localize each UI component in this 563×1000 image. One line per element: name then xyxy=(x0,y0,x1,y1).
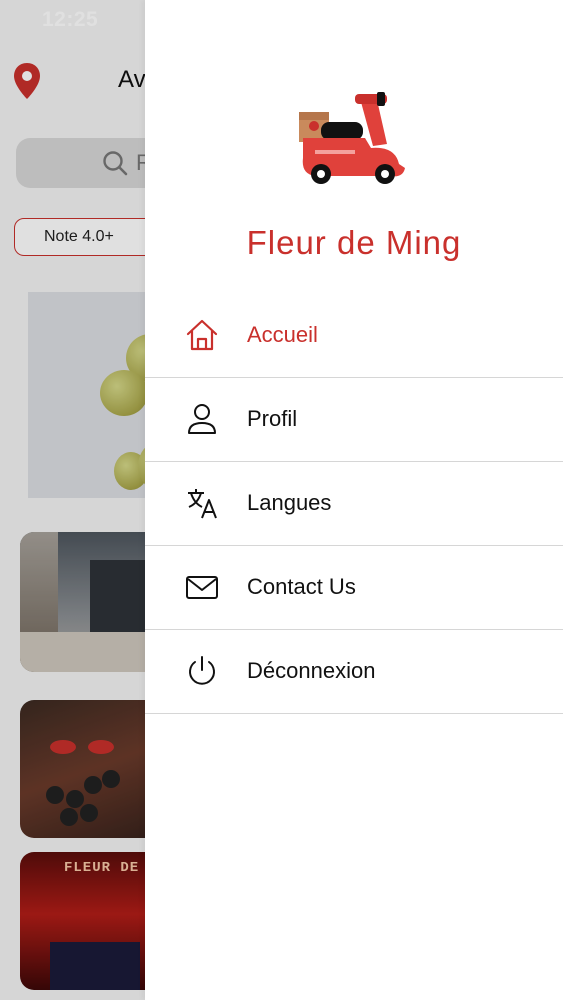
brand-name: Fleur de Ming xyxy=(246,224,462,261)
drawer-menu: Accueil Profil Langues Contact Us Déconn… xyxy=(145,294,563,714)
menu-item-deconnexion[interactable]: Déconnexion xyxy=(145,630,563,714)
menu-label: Déconnexion xyxy=(247,658,376,683)
mail-icon xyxy=(186,576,218,599)
menu-label: Profil xyxy=(247,406,298,431)
home-icon xyxy=(186,319,218,351)
menu-label: Langues xyxy=(247,490,332,515)
menu-label: Contact Us xyxy=(247,574,356,599)
delivery-scooter-logo-icon xyxy=(299,92,405,184)
menu-label: Accueil xyxy=(247,322,318,347)
power-icon xyxy=(189,656,215,685)
navigation-drawer: Fleur de Ming Accueil Profil Langues Con… xyxy=(145,0,563,1000)
menu-item-langues[interactable]: Langues xyxy=(145,462,563,546)
menu-item-accueil[interactable]: Accueil xyxy=(145,294,563,378)
user-icon xyxy=(188,404,216,434)
translate-icon xyxy=(188,489,217,519)
menu-item-profil[interactable]: Profil xyxy=(145,378,563,462)
menu-item-contact[interactable]: Contact Us xyxy=(145,546,563,630)
